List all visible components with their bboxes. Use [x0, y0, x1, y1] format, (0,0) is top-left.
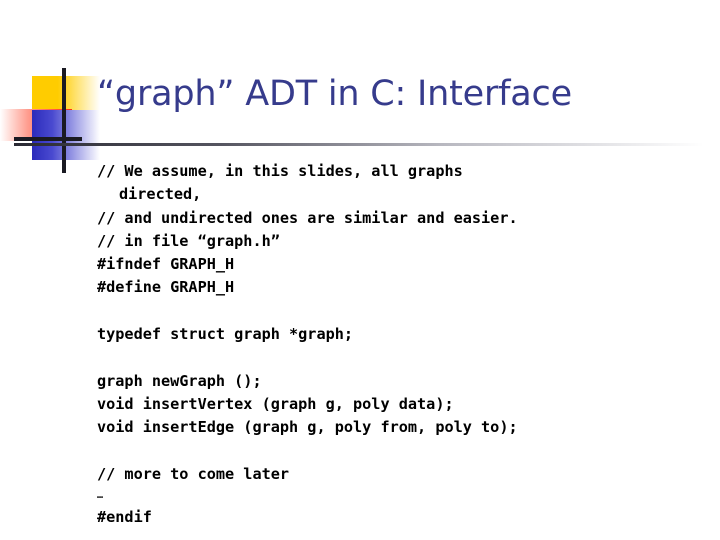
code-line: // We assume, in this slides, all graphs [97, 162, 463, 180]
code-line: #define GRAPH_H [97, 278, 235, 297]
code-line: #ifndef GRAPH_H [97, 255, 235, 274]
code-line: #endif [97, 508, 152, 527]
slide-canvas: “graph” ADT in C: Interface // We assume… [0, 0, 720, 540]
slide-title: “graph” ADT in C: Interface [97, 74, 572, 114]
code-body: // We assume, in this slides, all graphs… [97, 160, 697, 529]
ornament-blue-block [32, 110, 100, 160]
ornament-vertical-line [62, 68, 66, 173]
code-line: // more to come later [97, 464, 290, 483]
code-line: graph newGraph (); [97, 371, 262, 390]
code-line: directed, [119, 185, 202, 204]
code-line: … [97, 490, 104, 502]
code-line: // in file “graph.h” [97, 231, 280, 250]
code-line: // and undirected ones are similar and e… [97, 208, 518, 227]
code-line: typedef struct graph *graph; [97, 325, 354, 344]
title-divider-rule [14, 143, 704, 146]
code-line: void insertEdge (graph g, poly from, pol… [97, 418, 518, 437]
ornament-horizontal-line [14, 137, 82, 141]
code-line: void insertVertex (graph g, poly data); [97, 394, 454, 413]
